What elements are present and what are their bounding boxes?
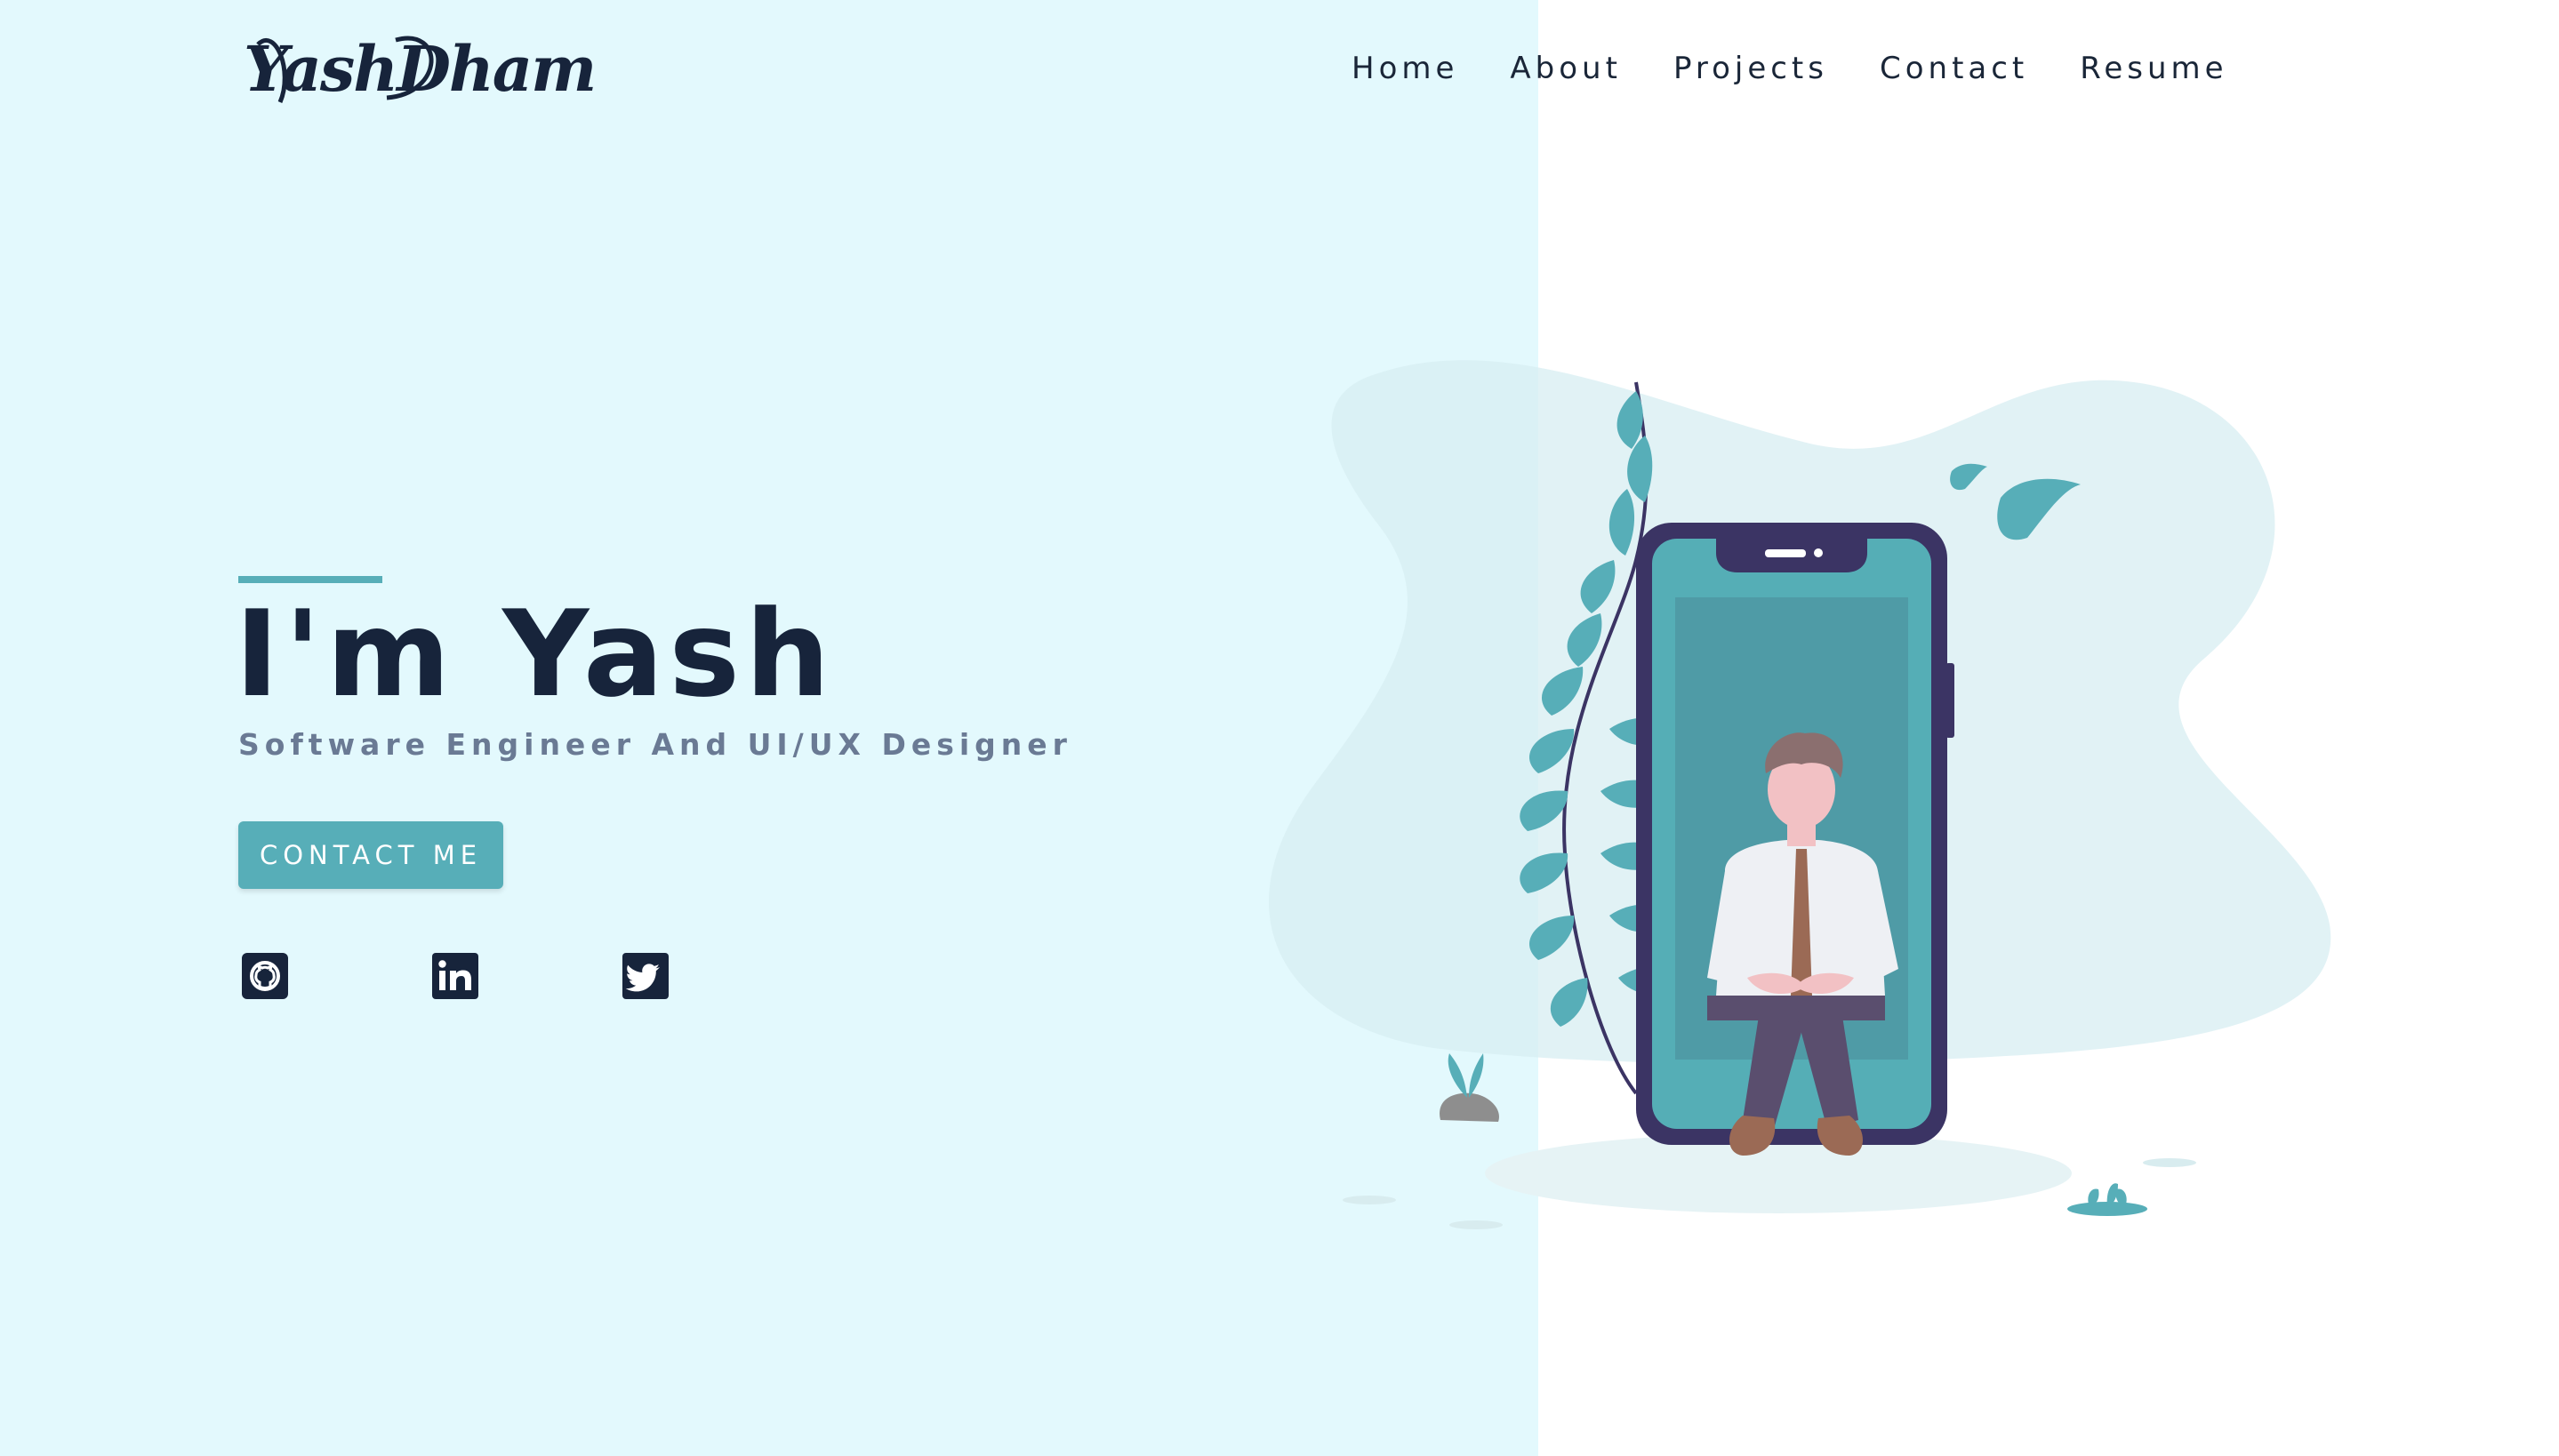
ground-plant [2067, 1183, 2147, 1216]
page: YashDhamija Home About Projects Contact … [0, 0, 2559, 1456]
ground-shadow [1485, 1133, 2072, 1213]
nav-projects[interactable]: Projects [1673, 51, 1828, 86]
nav-contact[interactable]: Contact [1880, 51, 2028, 86]
github-link[interactable] [242, 953, 288, 999]
title-accent-bar [238, 576, 382, 583]
rock-plant [1440, 1053, 1499, 1122]
hero-subtitle: Software Engineer And UI/UX Designer [238, 727, 1072, 762]
nav-about[interactable]: About [1510, 51, 1622, 86]
linkedin-link[interactable] [432, 953, 478, 999]
main-nav: Home About Projects Contact Resume [1352, 46, 2228, 91]
hero-illustration [1269, 360, 2331, 1229]
twitter-link[interactable] [622, 953, 669, 999]
twitter-icon [622, 953, 669, 999]
nav-resume[interactable]: Resume [2080, 51, 2227, 86]
nav-home[interactable]: Home [1352, 51, 1458, 86]
contact-me-button[interactable]: CONTACT ME [238, 821, 503, 889]
linkedin-icon [432, 953, 478, 999]
hero-title: I'm Yash [235, 585, 836, 724]
github-icon [242, 953, 288, 999]
logo: YashDhamija [244, 32, 596, 106]
